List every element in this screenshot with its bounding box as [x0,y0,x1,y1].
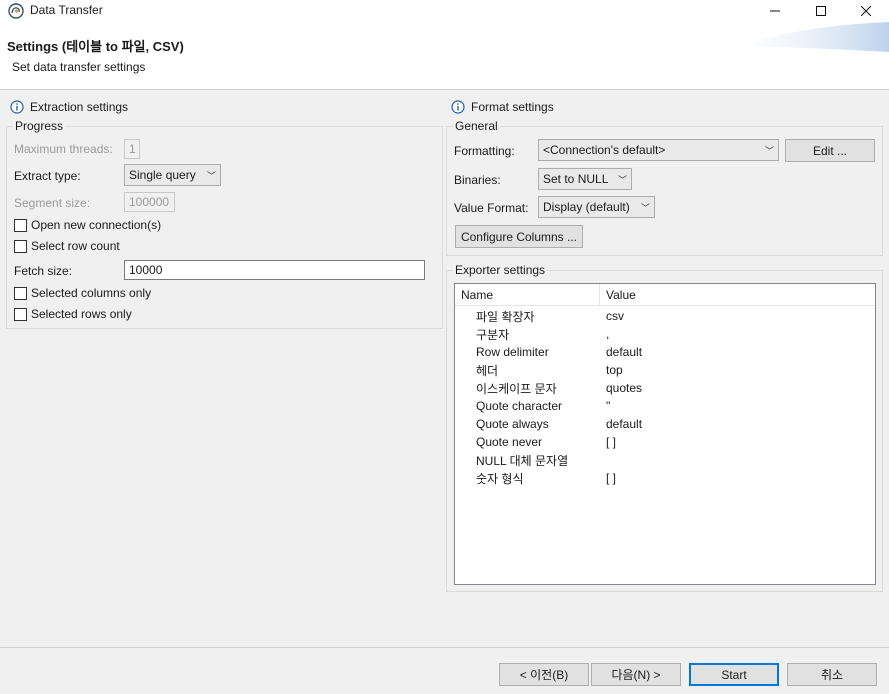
app-icon [8,3,24,19]
checkbox-box [14,218,27,232]
row-value: [ ] [606,435,617,449]
binaries-dropdown[interactable]: Set to NULL ﹀ [538,168,632,190]
chevron-down-icon: ﹀ [617,174,627,185]
checkbox-box [14,239,27,253]
table-row[interactable]: NULL 대체 문자열 [455,451,875,469]
column-header-name[interactable]: Name [455,284,600,305]
extract-type-label: Extract type: [14,169,81,183]
exporter-settings-table[interactable]: Name Value 파일 확장자 csv 구분자 , Row delimite… [454,283,876,585]
wizard-header: Settings (테이블 to 파일, CSV) Set data trans… [0,22,889,90]
exporter-settings-label: Exporter settings [453,263,548,277]
binaries-label: Binaries: [454,173,501,187]
format-settings-title: Format settings [471,100,554,114]
row-name: Quote never [476,435,543,449]
formatting-label: Formatting: [454,144,515,158]
segment-size-input[interactable]: 100000 [124,192,175,212]
max-threads-input[interactable]: 1 [124,139,140,159]
chevron-down-icon: ﹀ [764,145,774,156]
extraction-settings-header: Extraction settings [10,100,128,114]
selected-rows-only-checkbox[interactable]: Selected rows only [14,307,132,321]
row-name: 구분자 [476,327,510,342]
table-row[interactable]: 구분자 , [455,325,875,343]
fetch-size-input[interactable]: 10000 [124,260,425,280]
footer-divider [0,647,889,648]
chevron-down-icon: ﹀ [206,170,216,181]
minimize-button[interactable] [752,0,798,22]
selected-columns-only-label: Selected columns only [31,286,152,300]
next-button[interactable]: 다음(N) > [591,663,681,686]
extraction-settings-title: Extraction settings [30,100,129,114]
row-value: default [606,345,643,359]
configure-columns-button[interactable]: Configure Columns ... [455,225,583,248]
table-row[interactable]: 이스케이프 문자 quotes [455,379,875,397]
table-row[interactable]: Row delimiter default [455,343,875,361]
row-name: Quote always [476,417,549,431]
row-value: " [606,399,611,413]
row-name: 숫자 형식 [476,471,524,486]
extract-type-dropdown[interactable]: Single query ﹀ [124,164,221,186]
select-row-count-checkbox[interactable]: Select row count [14,239,120,253]
progress-group-label: Progress [13,119,66,133]
info-icon [451,100,465,114]
formatting-value: <Connection's default> [543,143,666,157]
segment-size-label: Segment size: [14,196,91,210]
table-row[interactable]: 파일 확장자 csv [455,307,875,325]
row-name: 이스케이프 문자 [476,381,557,396]
close-icon [861,6,871,16]
row-name: NULL 대체 문자열 [476,453,569,468]
checkbox-box [14,286,27,300]
row-name: Quote character [476,399,563,413]
table-row[interactable]: 숫자 형식 [ ] [455,469,875,487]
row-value: quotes [606,381,643,395]
row-value: , [606,327,610,341]
chevron-down-icon: ﹀ [640,202,650,213]
fetch-size-label: Fetch size: [14,264,73,278]
cancel-button[interactable]: 취소 [787,663,877,686]
open-new-connection-label: Open new connection(s) [31,218,162,232]
window-title: Data Transfer [30,3,103,17]
binaries-value: Set to NULL [543,172,609,186]
minimize-icon [770,10,780,12]
edit-formatting-button[interactable]: Edit ... [785,139,875,162]
open-new-connection-checkbox[interactable]: Open new connection(s) [14,218,161,232]
selected-columns-only-checkbox[interactable]: Selected columns only [14,286,151,300]
table-header: Name Value [455,284,875,306]
table-row[interactable]: Quote always default [455,415,875,433]
checkbox-box [14,307,27,321]
row-value: default [606,417,643,431]
title-bar: Data Transfer [0,0,889,22]
selected-rows-only-label: Selected rows only [31,307,132,321]
column-header-value[interactable]: Value [600,284,642,305]
header-decoration [739,22,889,52]
maximize-button[interactable] [798,0,844,22]
extract-type-value: Single query [129,168,196,182]
value-format-dropdown[interactable]: Display (default) ﹀ [538,196,655,218]
page-title: Settings (테이블 to 파일, CSV) [7,39,184,54]
row-value: top [606,363,623,377]
format-settings-header: Format settings [451,100,554,114]
row-name: 헤더 [476,363,499,378]
table-row[interactable]: 헤더 top [455,361,875,379]
maximize-icon [816,6,826,16]
general-group-label: General [453,119,500,133]
row-name: Row delimiter [476,345,549,359]
table-row[interactable]: Quote character " [455,397,875,415]
formatting-dropdown[interactable]: <Connection's default> ﹀ [538,139,779,161]
value-format-value: Display (default) [543,200,630,214]
select-row-count-label: Select row count [31,239,120,253]
page-subtitle: Set data transfer settings [12,60,146,74]
row-value: [ ] [606,471,617,485]
value-format-label: Value Format: [454,201,529,215]
row-name: 파일 확장자 [476,309,535,324]
back-button[interactable]: < 이전(B) [499,663,589,686]
table-body: 파일 확장자 csv 구분자 , Row delimiter default 헤… [455,306,875,487]
row-value: csv [606,309,624,323]
table-row[interactable]: Quote never [ ] [455,433,875,451]
max-threads-label: Maximum threads: [14,142,113,156]
start-button[interactable]: Start [689,663,779,686]
close-button[interactable] [843,0,889,22]
info-icon [10,100,24,114]
